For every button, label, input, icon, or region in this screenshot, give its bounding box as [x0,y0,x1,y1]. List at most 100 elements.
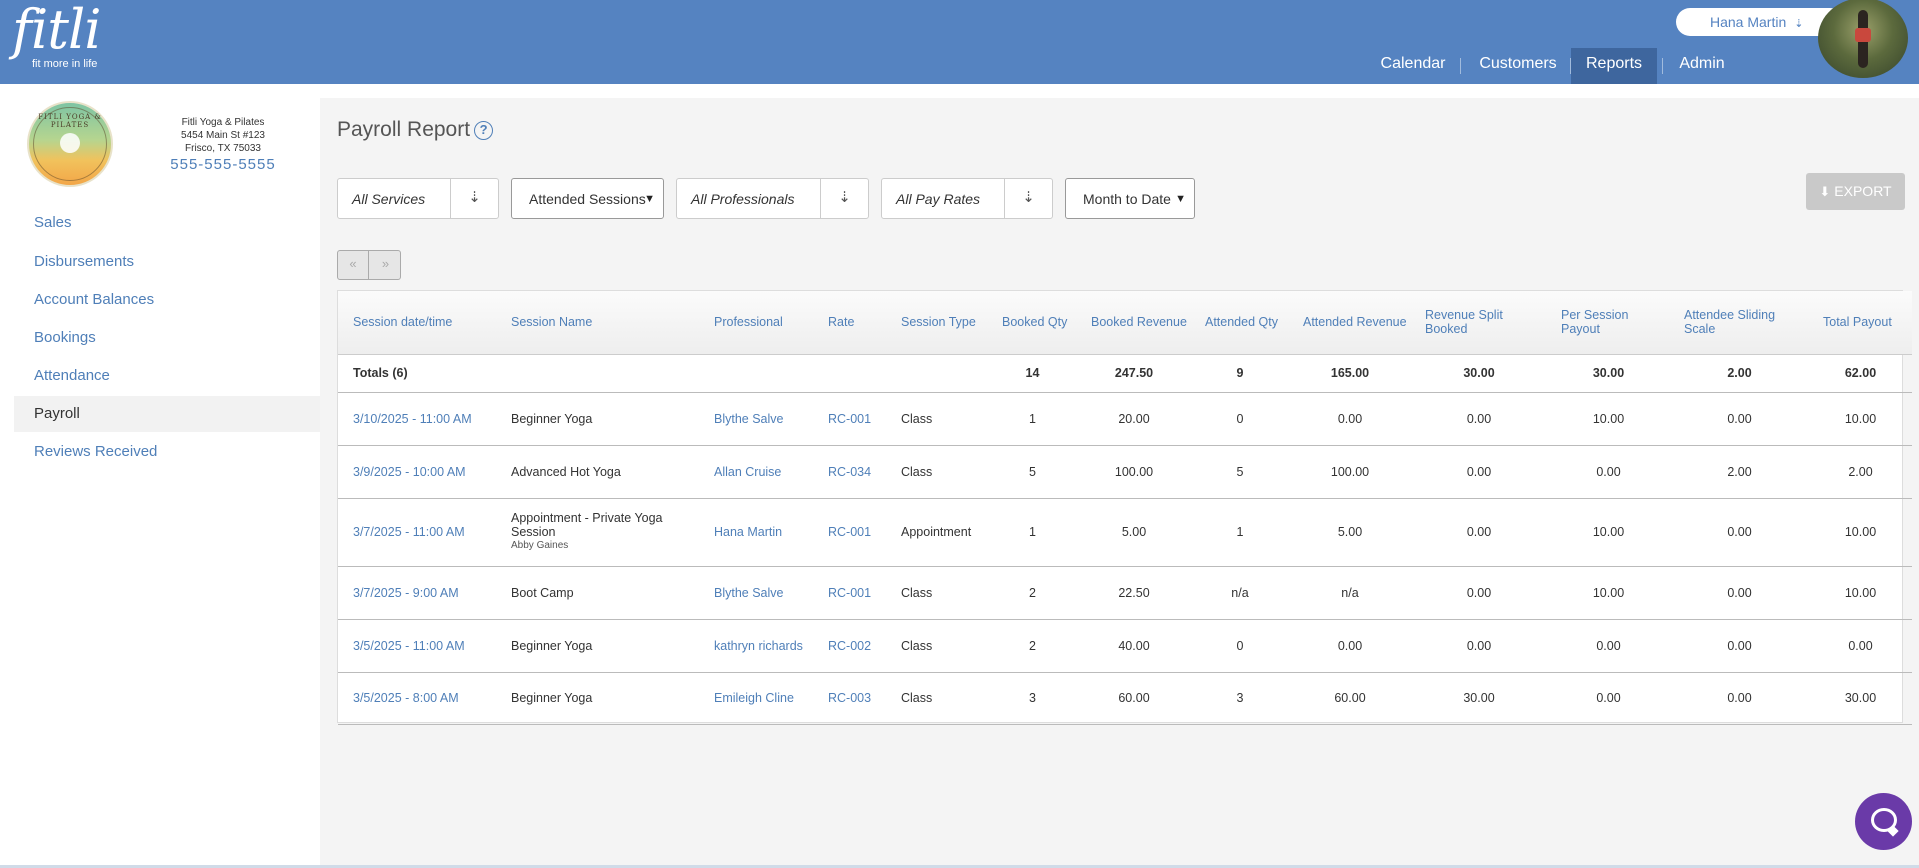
sidebar-item-attendance[interactable]: Attendance [14,358,320,394]
services-filter-label: All Services [352,191,426,207]
booked-revenue: 5.00 [1077,498,1191,567]
session-datetime-link[interactable]: 3/7/2025 - 9:00 AM [338,566,496,620]
next-page-button[interactable]: » [370,251,401,279]
business-logo-text: FITLI YOGA & PILATES [38,113,102,129]
professional-link[interactable]: Blythe Salve [699,566,813,620]
double-chevron-down-icon[interactable]: ⇣ [450,179,498,218]
attended-revenue: 60.00 [1289,672,1411,725]
sidebar-item-reviews-received[interactable]: Reviews Received [14,434,320,470]
logo-meditation-icon [60,133,80,153]
avatar[interactable] [1818,0,1908,78]
sidebar-item-account-balances[interactable]: Account Balances [14,282,320,318]
help-icon[interactable]: ? [474,121,494,140]
session-name-text: Appointment - Private Yoga Session [511,511,663,539]
session-name: Appointment - Private Yoga Session Abby G… [496,498,699,567]
table-header-row: Session date/time Session Name Professio… [338,291,1912,355]
column-header[interactable]: Revenue Split Booked [1411,291,1547,355]
total-revenue-split: 30.00 [1411,354,1547,393]
total-booked-revenue: 247.50 [1077,354,1191,393]
caret-down-icon: ▼ [644,193,655,205]
professional-link[interactable]: Blythe Salve [699,392,813,446]
pay-rates-filter[interactable]: All Pay Rates ⇣ [881,178,1053,219]
session-type: Class [886,619,988,673]
double-chevron-down-icon[interactable]: ⇣ [820,179,868,218]
business-phone[interactable]: 555-555-5555 [160,155,286,175]
empty-cell [699,354,813,393]
revenue-split-booked: 0.00 [1411,566,1547,620]
attendee-sliding-scale: 0.00 [1670,392,1809,446]
column-header[interactable]: Booked Qty [988,291,1077,355]
booked-revenue: 20.00 [1077,392,1191,446]
fitli-logo[interactable]: fitli fit more in life [12,2,101,71]
session-name: Beginner Yoga [496,619,699,673]
column-header[interactable]: Per Session Payout [1547,291,1670,355]
column-header[interactable]: Attended Revenue [1289,291,1411,355]
booked-revenue: 22.50 [1077,566,1191,620]
rate-link[interactable]: RC-001 [813,566,886,620]
nav-customers[interactable]: Customers [1470,48,1566,84]
session-datetime-link[interactable]: 3/10/2025 - 11:00 AM [338,392,496,446]
top-header: fitli fit more in life Hana Martin ⇣ Cale… [0,0,1919,84]
export-button[interactable]: ⬇ EXPORT [1806,173,1905,210]
column-header[interactable]: Total Payout [1809,291,1912,355]
rate-link[interactable]: RC-003 [813,672,886,725]
attendee-name: Abby Gaines [511,540,569,551]
professional-link[interactable]: Allan Cruise [699,445,813,499]
revenue-split-booked: 0.00 [1411,498,1547,567]
double-chevron-down-icon[interactable]: ⇣ [1004,179,1052,218]
attended-qty: 3 [1191,672,1289,725]
column-header[interactable]: Session Type [886,291,988,355]
professional-link[interactable]: Hana Martin [699,498,813,567]
sidebar-item-bookings[interactable]: Bookings [14,320,320,356]
nav-calendar[interactable]: Calendar [1372,48,1454,84]
column-header[interactable]: Attended Qty [1191,291,1289,355]
empty-cell [886,354,988,393]
total-per-session: 30.00 [1547,354,1670,393]
sidebar-item-disbursements[interactable]: Disbursements [14,244,320,280]
attended-revenue: 5.00 [1289,498,1411,567]
column-header[interactable]: Attendee Sliding Scale [1670,291,1809,355]
nav-reports[interactable]: Reports [1571,48,1657,84]
session-datetime-link[interactable]: 3/5/2025 - 11:00 AM [338,619,496,673]
revenue-split-booked: 0.00 [1411,392,1547,446]
attended-qty: 0 [1191,619,1289,673]
total-payout: 2.00 [1809,445,1912,499]
column-header[interactable]: Professional [699,291,813,355]
professionals-filter[interactable]: All Professionals ⇣ [676,178,869,219]
professional-link[interactable]: kathryn richards [699,619,813,673]
rate-link[interactable]: RC-002 [813,619,886,673]
business-logo: FITLI YOGA & PILATES [27,101,113,187]
professional-link[interactable]: Emileigh Cline [699,672,813,725]
column-header[interactable]: Rate [813,291,886,355]
column-header[interactable]: Booked Revenue [1077,291,1191,355]
per-session-payout: 10.00 [1547,498,1670,567]
session-type: Appointment [886,498,988,567]
rate-link[interactable]: RC-034 [813,445,886,499]
session-datetime-link[interactable]: 3/9/2025 - 10:00 AM [338,445,496,499]
table-row: 3/7/2025 - 9:00 AM Boot Camp Blythe Salve R… [338,566,1912,620]
sidebar-item-sales[interactable]: Sales [14,205,320,241]
period-select[interactable]: Month to Date ▼ [1065,178,1195,219]
rate-link[interactable]: RC-001 [813,392,886,446]
session-name-text: Beginner Yoga [511,411,593,426]
nav-admin[interactable]: Admin [1666,48,1738,84]
session-name-text: Beginner Yoga [511,638,593,653]
session-datetime-link[interactable]: 3/5/2025 - 8:00 AM [338,672,496,725]
prev-page-button[interactable]: « [338,251,369,279]
chat-button[interactable] [1855,793,1912,850]
session-filter-select[interactable]: Attended Sessions ▼ [511,178,664,219]
main-content: Payroll Report? All Services ⇣ Attended … [320,98,1919,868]
attended-qty: 1 [1191,498,1289,567]
rate-link[interactable]: RC-001 [813,498,886,567]
services-filter[interactable]: All Services ⇣ [337,178,499,219]
business-address-line1: 5454 Main St #123 [181,130,265,141]
table-row: 3/10/2025 - 11:00 AM Beginner Yoga Blythe … [338,392,1912,446]
column-header[interactable]: Session Name [496,291,699,355]
per-session-payout: 0.00 [1547,445,1670,499]
attendee-sliding-scale: 0.00 [1670,566,1809,620]
total-payout: 62.00 [1809,354,1912,393]
session-datetime-link[interactable]: 3/7/2025 - 11:00 AM [338,498,496,567]
column-header[interactable]: Session date/time [338,291,496,355]
session-name: Boot Camp [496,566,699,620]
sidebar-item-payroll[interactable]: Payroll [14,396,320,432]
